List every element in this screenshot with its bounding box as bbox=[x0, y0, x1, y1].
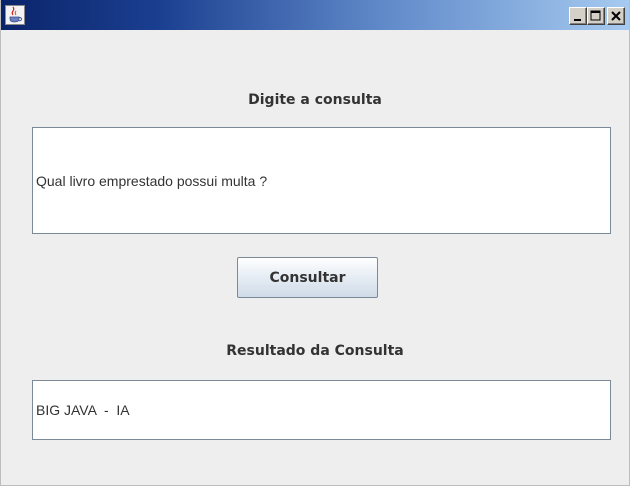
query-input[interactable]: Qual livro emprestado possui multa ? bbox=[32, 127, 611, 234]
result-label: Resultado da Consulta bbox=[226, 343, 404, 359]
close-icon bbox=[611, 11, 621, 21]
java-cup-icon[interactable] bbox=[5, 5, 25, 25]
query-input-text: Qual livro emprestado possui multa ? bbox=[36, 172, 268, 189]
maximize-button[interactable] bbox=[587, 7, 605, 25]
app-window: Digite a consulta Qual livro emprestado … bbox=[0, 0, 630, 486]
minimize-button[interactable] bbox=[569, 7, 587, 25]
minimize-icon bbox=[574, 19, 581, 21]
result-field[interactable]: BIG JAVA - IA bbox=[32, 380, 611, 440]
title-bar[interactable] bbox=[1, 0, 629, 30]
maximize-icon bbox=[590, 10, 601, 21]
query-label: Digite a consulta bbox=[248, 92, 382, 108]
result-field-text: BIG JAVA - IA bbox=[36, 402, 130, 418]
consult-button[interactable]: Consultar bbox=[237, 257, 378, 298]
close-button[interactable] bbox=[607, 7, 625, 25]
